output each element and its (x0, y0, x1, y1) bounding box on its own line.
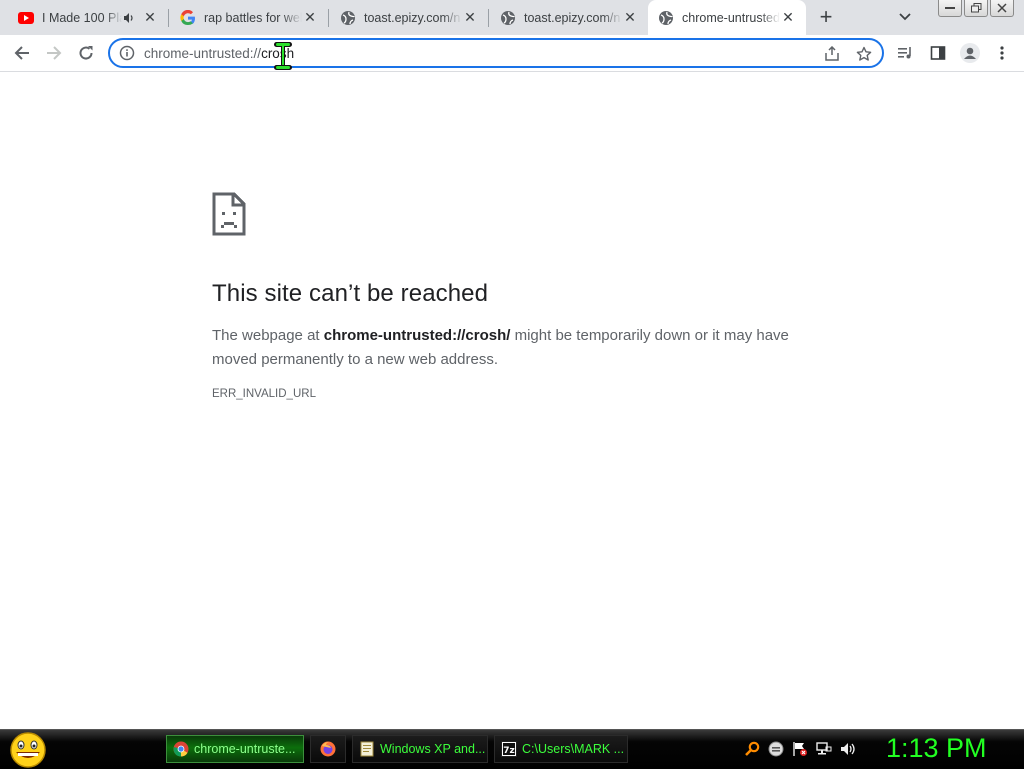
tab-toast-1[interactable]: toast.epizy.com/n ✕ (330, 0, 488, 35)
tab-close-icon[interactable]: ✕ (780, 9, 796, 26)
tab-youtube[interactable]: I Made 100 Players ✕ (8, 0, 168, 35)
document-icon (359, 741, 375, 757)
messenger-icon[interactable] (768, 739, 784, 759)
tab-title: toast.epizy.com/n (524, 10, 621, 25)
forward-button[interactable] (40, 39, 68, 67)
tab-separator (168, 9, 169, 27)
taskbar-item-firefox[interactable] (310, 735, 346, 763)
7zip-icon: 7z (501, 741, 517, 757)
tab-title: rap battles for web (204, 10, 302, 25)
tab-title: toast.epizy.com/n (364, 10, 461, 25)
tab-separator (328, 9, 329, 27)
window-controls (938, 0, 1014, 17)
info-icon[interactable] (119, 45, 135, 61)
speaker-icon[interactable] (122, 11, 136, 25)
network-icon[interactable] (816, 739, 832, 759)
tab-search-chevron-icon[interactable] (894, 6, 916, 28)
taskbar-item-7zip[interactable]: 7z C:\Users\MARK ... (494, 735, 628, 763)
tab-crosh-active[interactable]: chrome-untrusted://crosh ✕ (648, 0, 806, 35)
profile-avatar-icon[interactable] (956, 39, 984, 67)
media-controls-icon[interactable] (892, 39, 920, 67)
tab-strip: I Made 100 Players ✕ rap battles for web… (0, 0, 1024, 35)
flag-icon[interactable] (792, 739, 808, 759)
reload-button[interactable] (72, 39, 100, 67)
svg-text:7z: 7z (503, 746, 515, 756)
more-menu-icon[interactable] (988, 39, 1016, 67)
globe-icon (500, 10, 516, 26)
volume-icon[interactable] (840, 739, 856, 759)
tab-toast-2[interactable]: toast.epizy.com/n ✕ (490, 0, 648, 35)
bookmark-star-icon[interactable] (854, 44, 874, 64)
globe-icon (340, 10, 356, 26)
taskbar-item-chrome[interactable]: chrome-untruste... (166, 735, 304, 763)
restore-button[interactable] (964, 0, 988, 17)
taskbar-item-label: chrome-untruste... (194, 742, 296, 756)
google-icon (180, 9, 196, 26)
tab-separator (488, 9, 489, 27)
new-tab-button[interactable]: + (812, 4, 840, 30)
taskbar: chrome-untruste... Windows XP and... 7z … (0, 729, 1024, 769)
url-scheme: chrome-untrusted:// (144, 45, 262, 61)
chrome-icon (173, 741, 189, 757)
error-code: ERR_INVALID_URL (212, 388, 316, 400)
tab-close-icon[interactable]: ✕ (302, 9, 318, 26)
firefox-icon (320, 741, 336, 757)
error-desc-prefix: The webpage at (212, 327, 324, 344)
error-description: The webpage at chrome-untrusted://crosh/… (212, 324, 812, 372)
minimize-button[interactable] (938, 0, 962, 17)
error-page: This site can’t be reached The webpage a… (212, 192, 812, 400)
taskbar-clock[interactable]: 1:13 PM (886, 733, 987, 764)
text-cursor-icon (270, 42, 296, 70)
taskbar-item-label: Windows XP and... (380, 742, 486, 756)
tab-close-icon[interactable]: ✕ (462, 9, 478, 26)
taskbar-item-label: C:\Users\MARK ... (522, 742, 625, 756)
start-button-smiley-icon[interactable] (8, 732, 48, 768)
taskbar-item-windows-xp[interactable]: Windows XP and... (352, 735, 488, 763)
address-bar[interactable]: chrome-untrusted://crosh (108, 38, 884, 68)
browser-toolbar: chrome-untrusted://crosh (0, 35, 1024, 72)
tab-close-icon[interactable]: ✕ (622, 9, 638, 26)
tab-close-icon[interactable]: ✕ (142, 9, 158, 26)
share-icon[interactable] (822, 44, 842, 64)
system-tray (744, 739, 856, 759)
close-window-button[interactable] (990, 0, 1014, 17)
tab-google[interactable]: rap battles for web ✕ (170, 0, 328, 35)
sad-page-icon (212, 192, 246, 236)
globe-icon (658, 10, 674, 26)
error-url: chrome-untrusted://crosh/ (323, 327, 511, 344)
back-button[interactable] (8, 39, 36, 67)
side-panel-icon[interactable] (924, 39, 952, 67)
tab-title: I Made 100 Players (42, 10, 122, 25)
search-icon[interactable] (744, 739, 760, 759)
error-title: This site can’t be reached (212, 280, 489, 307)
tab-title: chrome-untrusted://crosh (682, 10, 780, 25)
youtube-icon (18, 10, 34, 26)
